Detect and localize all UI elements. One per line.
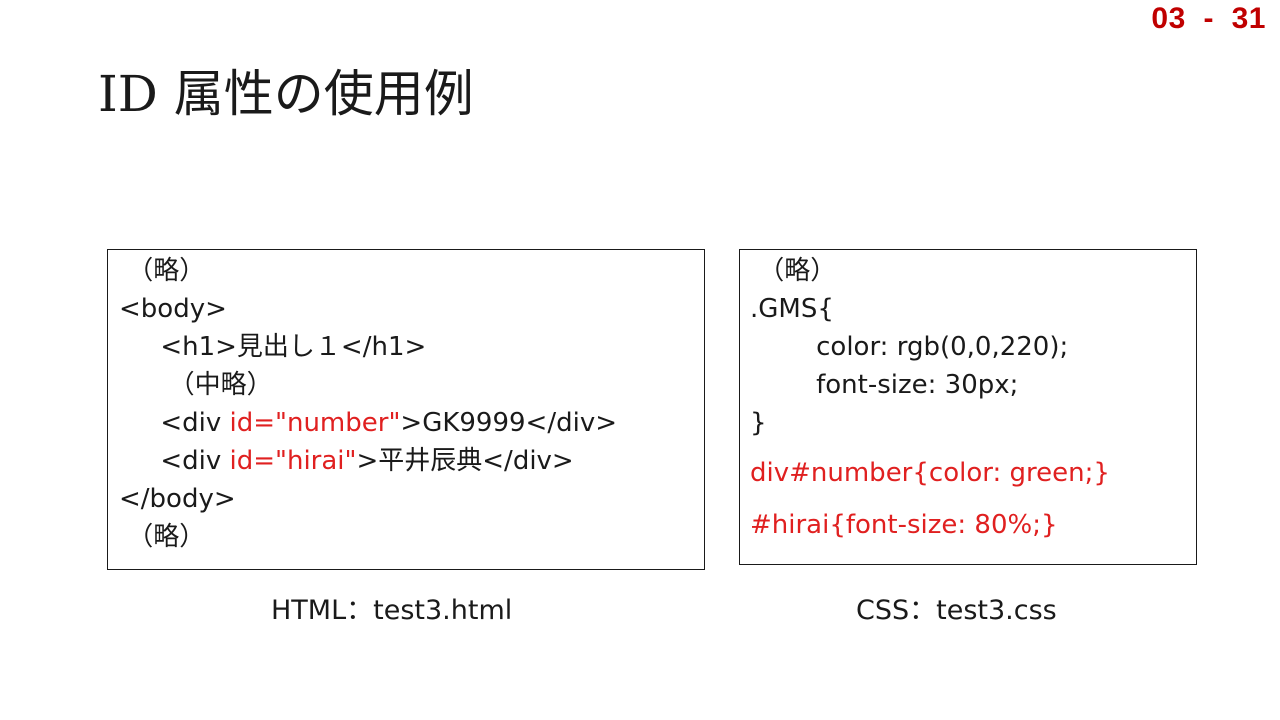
code-line: <div id="number">GK9999</div> [119, 404, 704, 442]
code-segment: </body> [119, 484, 236, 514]
code-segment: <div [119, 408, 230, 438]
code-segment: <h1>見出し１</h1> [119, 332, 427, 362]
code-line: <body> [119, 290, 704, 328]
code-segment: <div [119, 446, 230, 476]
code-line: （略） [119, 252, 704, 290]
highlighted-code-segment: div#number{color: green;} [750, 458, 1110, 488]
code-line: （略） [750, 252, 1196, 290]
code-segment: color: rgb(0,0,220); [750, 332, 1069, 362]
code-line: color: rgb(0,0,220); [750, 328, 1196, 366]
css-code-box: （略） .GMS{ color: rgb(0,0,220); font-size:… [739, 249, 1197, 565]
code-segment: .GMS{ [750, 294, 834, 324]
highlighted-code-segment: #hirai{font-size: 80%;} [750, 510, 1058, 540]
code-line: （中略） [119, 366, 704, 404]
html-file-caption: HTML：test3.html [271, 595, 513, 626]
code-line: <h1>見出し１</h1> [119, 328, 704, 366]
highlighted-code-segment: id="number" [229, 408, 401, 438]
code-line: .GMS{ [750, 290, 1196, 328]
code-segment: （略） [750, 256, 837, 286]
code-line: （略） [119, 518, 704, 556]
code-line: #hirai{font-size: 80%;} [750, 506, 1196, 544]
code-line: </body> [119, 480, 704, 518]
page-number: 03 - 31 [1151, 2, 1266, 35]
css-file-caption: CSS：test3.css [856, 595, 1057, 626]
code-segment: >平井辰典</div> [356, 446, 574, 476]
code-segment: （略） [119, 522, 206, 552]
code-segment: } [750, 408, 767, 438]
code-line: div#number{color: green;} [750, 454, 1196, 492]
code-segment: （中略） [119, 370, 273, 400]
code-line: font-size: 30px; [750, 366, 1196, 404]
code-segment: >GK9999</div> [400, 408, 618, 438]
code-segment: （略） [119, 256, 206, 286]
slide-title: ID 属性の使用例 [98, 65, 474, 123]
html-code-box: （略） <body> <h1>見出し１</h1> （中略） <div id="nu… [107, 249, 705, 570]
code-segment: font-size: 30px; [750, 370, 1019, 400]
code-segment: <body> [119, 294, 227, 324]
highlighted-code-segment: id="hirai" [229, 446, 357, 476]
code-line: } [750, 404, 1196, 442]
code-line: <div id="hirai">平井辰典</div> [119, 442, 704, 480]
